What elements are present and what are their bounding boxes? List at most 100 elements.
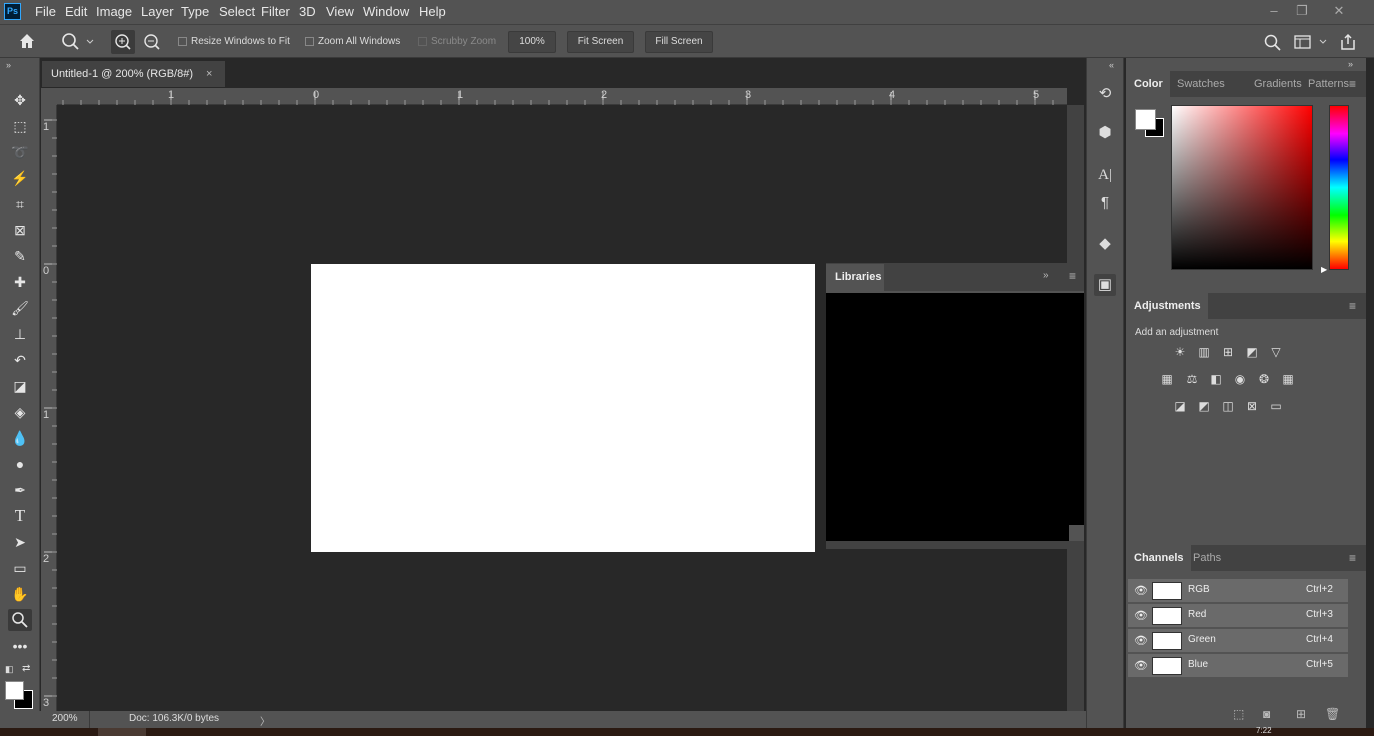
libraries-scroll[interactable] xyxy=(826,541,1084,549)
resize-windows-checkbox[interactable]: Resize Windows to Fit xyxy=(178,36,290,47)
selective-color-icon[interactable]: ⊠ xyxy=(1244,399,1260,413)
new-channel-icon[interactable]: ⊞ xyxy=(1296,707,1306,721)
type-tool-icon[interactable]: T xyxy=(8,505,32,527)
libraries-resize-handle[interactable] xyxy=(1069,525,1084,541)
move-tool-icon[interactable]: ✥ xyxy=(8,89,32,111)
levels-icon[interactable]: ▥ xyxy=(1196,345,1212,359)
panel-menu-icon[interactable]: ≡ xyxy=(1069,269,1076,283)
visibility-eye-icon[interactable]: 👁 xyxy=(1134,609,1148,622)
tab-swatches[interactable]: Swatches xyxy=(1170,71,1232,97)
swap-colors-icon[interactable]: ⇄ xyxy=(22,663,30,674)
fit-screen-button[interactable]: Fit Screen xyxy=(567,31,634,53)
share-icon[interactable] xyxy=(1338,32,1358,52)
search-icon[interactable] xyxy=(1263,33,1283,51)
menu-select[interactable]: Select xyxy=(215,0,259,24)
brightness-contrast-icon[interactable]: ☀ xyxy=(1172,345,1188,359)
gradient-map-icon[interactable]: ▭ xyxy=(1268,399,1284,413)
hue-slider-handle-icon[interactable]: ▶ xyxy=(1321,265,1327,274)
channel-row-green[interactable]: 👁 Green Ctrl+4 xyxy=(1128,629,1348,653)
curves-icon[interactable]: ⊞ xyxy=(1220,345,1236,359)
hue-saturation-icon[interactable]: ▦ xyxy=(1159,372,1175,386)
dodge-tool-icon[interactable]: ● xyxy=(8,453,32,475)
black-white-icon[interactable]: ◧ xyxy=(1208,372,1224,386)
crop-tool-icon[interactable]: ⌗ xyxy=(8,193,32,215)
libraries-panel-icon[interactable]: ▣ xyxy=(1094,274,1116,296)
posterize-icon[interactable]: ◩ xyxy=(1196,399,1212,413)
marquee-tool-icon[interactable]: ⬚ xyxy=(8,115,32,137)
zoom-all-windows-checkbox[interactable]: Zoom All Windows xyxy=(305,36,400,47)
history-panel-icon[interactable]: ⟲ xyxy=(1094,83,1116,105)
taskbar-app[interactable] xyxy=(98,728,146,736)
close-document-icon[interactable]: × xyxy=(206,61,212,87)
status-menu-arrow-icon[interactable]: 〉 xyxy=(260,713,270,728)
clone-stamp-tool-icon[interactable]: ⊥ xyxy=(8,323,32,345)
eraser-tool-icon[interactable]: ◪ xyxy=(8,375,32,397)
hand-tool-icon[interactable]: ✋ xyxy=(8,583,32,605)
zoom-tool-preset-icon[interactable] xyxy=(60,32,96,52)
menu-file[interactable]: File xyxy=(31,0,60,24)
zoom-percentage-field[interactable]: 100% xyxy=(508,31,556,53)
frame-tool-icon[interactable]: ⊠ xyxy=(8,219,32,241)
healing-brush-tool-icon[interactable]: ✚ xyxy=(8,271,32,293)
invert-icon[interactable]: ◪ xyxy=(1172,399,1188,413)
channels-menu-icon[interactable]: ≡ xyxy=(1349,551,1356,565)
tab-color[interactable]: Color xyxy=(1127,71,1170,97)
document-canvas[interactable] xyxy=(311,264,815,552)
channel-row-blue[interactable]: 👁 Blue Ctrl+5 xyxy=(1128,654,1348,678)
menu-3d[interactable]: 3D xyxy=(295,0,320,24)
tab-patterns[interactable]: Patterns xyxy=(1301,71,1356,97)
libraries-tab[interactable]: Libraries xyxy=(826,264,884,291)
photo-filter-icon[interactable]: ◉ xyxy=(1232,372,1248,386)
path-selection-tool-icon[interactable]: ➤ xyxy=(8,531,32,553)
menu-image[interactable]: Image xyxy=(92,0,136,24)
minimize-button[interactable]: – xyxy=(1264,2,1284,20)
home-icon[interactable] xyxy=(17,32,39,52)
blur-tool-icon[interactable]: 💧 xyxy=(8,427,32,449)
paint-bucket-tool-icon[interactable]: ◈ xyxy=(8,401,32,423)
delete-channel-icon[interactable]: 🗑 xyxy=(1325,707,1340,721)
zoom-out-icon[interactable] xyxy=(140,30,164,54)
document-tab[interactable]: Untitled-1 @ 200% (RGB/8#) × xyxy=(42,61,225,87)
3d-panel-icon[interactable]: ⬢ xyxy=(1094,122,1116,144)
brush-tool-icon[interactable]: 🖌 xyxy=(8,297,32,319)
pen-tool-icon[interactable]: ✒ xyxy=(8,479,32,501)
color-foreground-swatch[interactable] xyxy=(1135,109,1156,130)
eyedropper-tool-icon[interactable]: ✎ xyxy=(8,245,32,267)
adjustments-menu-icon[interactable]: ≡ xyxy=(1349,299,1356,313)
collapse-panel-icon[interactable]: » xyxy=(1043,270,1049,281)
default-colors-icon[interactable]: ◧ xyxy=(5,664,14,675)
zoom-tool-icon[interactable] xyxy=(8,609,32,631)
menu-type[interactable]: Type xyxy=(177,0,213,24)
color-panel-menu-icon[interactable]: ≡ xyxy=(1349,77,1356,91)
rectangle-tool-icon[interactable]: ▭ xyxy=(8,557,32,579)
more-tools-icon[interactable]: ••• xyxy=(8,635,32,657)
foreground-color-swatch[interactable] xyxy=(5,681,24,700)
tab-channels[interactable]: Channels xyxy=(1127,545,1191,571)
fill-screen-button[interactable]: Fill Screen xyxy=(645,31,713,53)
menu-help[interactable]: Help xyxy=(415,0,450,24)
workspace-icon[interactable] xyxy=(1293,33,1329,51)
visibility-eye-icon[interactable]: 👁 xyxy=(1134,659,1148,672)
menu-window[interactable]: Window xyxy=(359,0,413,24)
menu-view[interactable]: View xyxy=(322,0,358,24)
character-panel-icon[interactable]: A| xyxy=(1094,164,1116,186)
visibility-eye-icon[interactable]: 👁 xyxy=(1134,634,1148,647)
collapse-tools-icon[interactable]: » xyxy=(6,60,11,70)
exposure-icon[interactable]: ◩ xyxy=(1244,345,1260,359)
color-balance-icon[interactable]: ⚖ xyxy=(1184,372,1200,386)
channel-row-rgb[interactable]: 👁 RGB Ctrl+2 xyxy=(1128,579,1348,603)
channel-mixer-icon[interactable]: ❂ xyxy=(1256,372,1272,386)
status-zoom[interactable]: 200% xyxy=(52,713,78,724)
menu-edit[interactable]: Edit xyxy=(61,0,91,24)
menu-filter[interactable]: Filter xyxy=(257,0,294,24)
collapse-dock-icon[interactable]: « xyxy=(1109,60,1114,70)
save-selection-icon[interactable]: ◙ xyxy=(1263,707,1270,721)
channel-row-red[interactable]: 👁 Red Ctrl+3 xyxy=(1128,604,1348,628)
collapse-right-icon[interactable]: » xyxy=(1348,59,1353,69)
history-brush-tool-icon[interactable]: ↶ xyxy=(8,349,32,371)
paragraph-panel-icon[interactable]: ¶ xyxy=(1094,192,1116,214)
lasso-tool-icon[interactable]: ➰ xyxy=(8,141,32,163)
threshold-icon[interactable]: ◫ xyxy=(1220,399,1236,413)
menu-layer[interactable]: Layer xyxy=(137,0,178,24)
restore-button[interactable]: ❐ xyxy=(1292,2,1312,20)
